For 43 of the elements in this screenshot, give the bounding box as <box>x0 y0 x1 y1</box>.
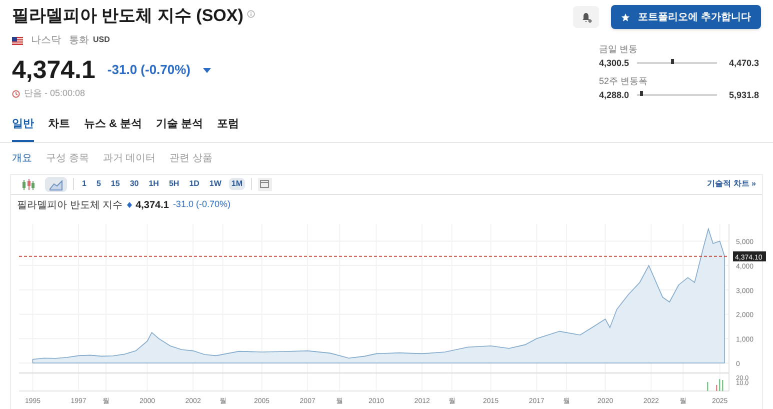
chart-change: -31.0 (-0.70%) <box>172 198 230 212</box>
bell-plus-icon <box>580 12 592 22</box>
info-icon <box>247 10 256 18</box>
layout-button[interactable] <box>258 178 272 190</box>
timeframe-button[interactable]: 1H <box>146 178 161 190</box>
exchange-name: 나스닥 <box>31 34 61 48</box>
flag-icon <box>12 36 23 44</box>
timeframe-button[interactable]: 1D <box>187 178 202 190</box>
timeframe-button[interactable]: 5H <box>166 178 182 190</box>
area-chart-button[interactable] <box>45 176 67 192</box>
add-to-portfolio-button[interactable]: 포트폴리오에 추가합니다 <box>611 5 761 29</box>
volume-bars-drawing <box>707 378 724 390</box>
page-title: 필라델피아 반도체 지수 (SOX) <box>12 5 244 27</box>
range-high: 5,931.8 <box>728 88 759 102</box>
timeframe-button[interactable]: 1 <box>80 178 88 190</box>
current-price: 4,374.1 <box>12 55 96 85</box>
price-change: -31.0 (-0.70%) <box>107 61 191 80</box>
tab[interactable]: 일반 <box>12 116 34 142</box>
range-low: 4,288.0 <box>599 88 629 102</box>
market-status: 단음 - 05:00:08 <box>24 87 86 100</box>
tab[interactable]: 기술 분석 <box>156 116 204 142</box>
range-high: 4,470.3 <box>728 56 759 70</box>
currency-label: 통화 <box>69 34 89 48</box>
star-icon <box>621 12 630 22</box>
alert-button[interactable] <box>573 6 600 28</box>
timeframe-button[interactable]: 1W <box>207 178 224 190</box>
range-low: 4,300.5 <box>599 56 629 70</box>
range-label: 52주 변동폭 <box>599 75 649 88</box>
currency-code: USD <box>93 34 110 46</box>
timeframe-button[interactable]: 1M <box>229 178 245 190</box>
technical-chart-link[interactable]: 기술적 차트 » <box>707 178 756 190</box>
tab[interactable]: 포럼 <box>217 116 240 142</box>
chart-price: 4,374.1 <box>136 198 169 212</box>
range-label: 금일 변동 <box>599 43 639 56</box>
timeframe-button[interactable]: 15 <box>108 178 122 190</box>
timeframe-button[interactable]: 30 <box>128 178 141 190</box>
sub-tab[interactable]: 개요 <box>12 150 32 166</box>
tab[interactable]: 뉴스 & 분석 <box>84 116 142 142</box>
timeframe-button[interactable]: 5 <box>94 178 103 190</box>
diamond-icon <box>126 202 132 208</box>
chart-instrument-name: 필라델피아 반도체 지수 <box>17 198 123 212</box>
clock-icon <box>12 90 20 98</box>
tab[interactable]: 차트 <box>48 116 70 142</box>
